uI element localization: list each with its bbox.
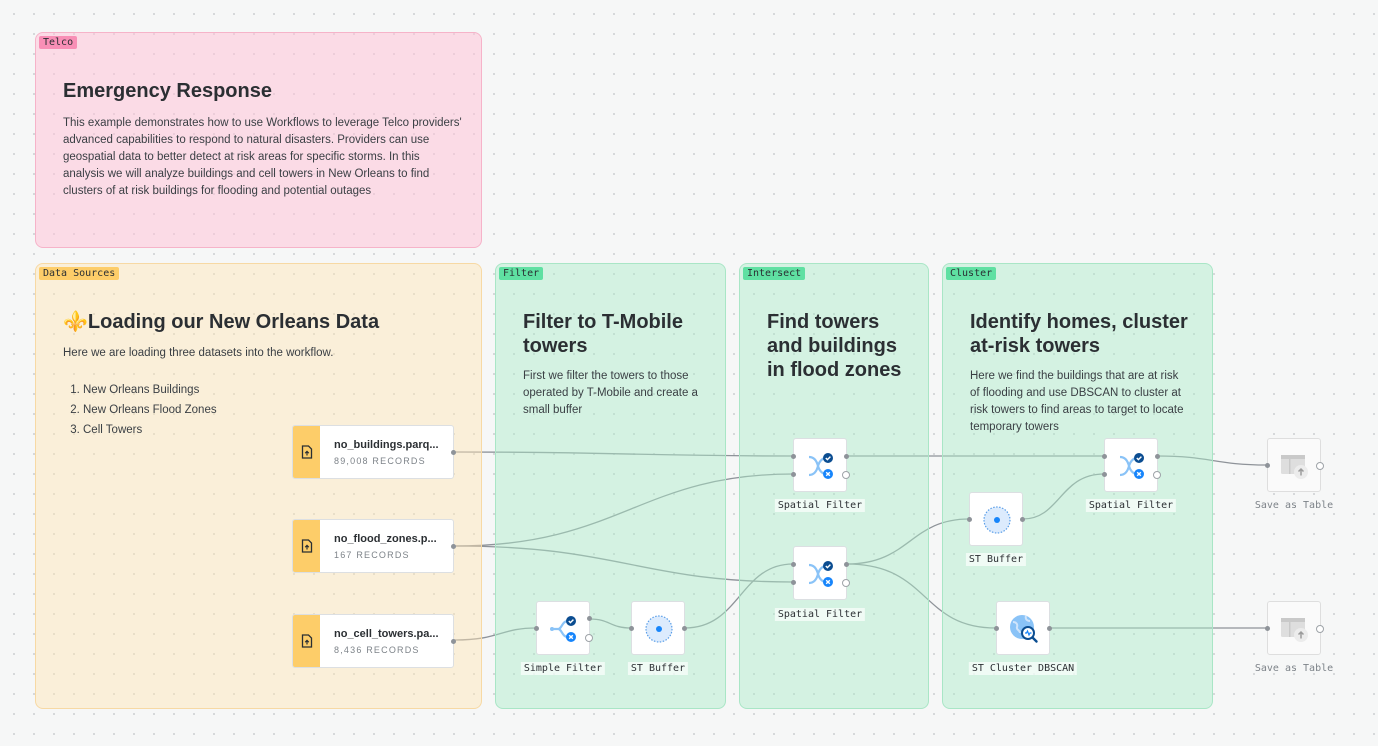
group-description: Here we are loading three datasets into … (63, 347, 334, 359)
source-record-count: 8,436 RECORDS (334, 645, 420, 655)
node-spatial-filter[interactable] (1102, 438, 1161, 492)
list-item: New Orleans Buildings (83, 380, 217, 400)
output-port[interactable] (1047, 626, 1052, 631)
buffer-icon (645, 615, 673, 643)
node-label: Spatial Filter (774, 499, 866, 512)
group-tag: Intersect (743, 267, 806, 280)
source-name: no_buildings.parq... (334, 439, 439, 451)
source-name: no_cell_towers.pa... (334, 628, 439, 640)
source-record-count: 89,008 RECORDS (334, 456, 426, 466)
output-port[interactable] (451, 450, 456, 455)
spatial-filter-icon (808, 561, 833, 587)
node-label: Save as Table (1254, 500, 1334, 511)
node-st-buffer[interactable] (629, 601, 687, 655)
file-upload-icon (301, 539, 313, 553)
node-save-as-table[interactable] (1265, 601, 1324, 655)
input-port[interactable] (629, 626, 634, 631)
output-port-unmatch[interactable] (585, 634, 593, 642)
node-label: Save as Table (1254, 663, 1334, 674)
output-port-match[interactable] (587, 616, 592, 621)
group-tag: Cluster (946, 267, 997, 280)
file-upload-icon (301, 445, 313, 459)
node-simple-filter[interactable] (534, 601, 593, 655)
node-label: Simple Filter (520, 662, 606, 675)
output-port-unmatch[interactable] (1153, 471, 1161, 479)
source-record-count: 167 RECORDS (334, 550, 410, 560)
group-title: Identify homes, cluster at-risk towers (970, 311, 1188, 357)
output-port-unmatch[interactable] (842, 579, 850, 587)
group-cluster[interactable]: Cluster Identify homes, cluster at-risk … (942, 263, 1213, 709)
group-tag: Data Sources (39, 267, 120, 280)
output-port-match[interactable] (844, 454, 849, 459)
simple-filter-icon (550, 616, 576, 642)
group-description: Here we find the buildings that are at r… (970, 370, 1184, 433)
group-description: This example demonstrates how to use Wor… (63, 117, 462, 197)
group-description: First we filter the towers to those oper… (523, 370, 698, 416)
output-port[interactable] (1020, 517, 1025, 522)
node-save-as-table[interactable] (1265, 438, 1324, 492)
node-label: Spatial Filter (774, 608, 866, 621)
output-port[interactable] (682, 626, 687, 631)
dataset-list: New Orleans Buildings New Orleans Flood … (63, 380, 217, 440)
output-port-unmatch[interactable] (842, 471, 850, 479)
group-title: Filter to T-Mobile towers (523, 311, 683, 357)
node-label: ST Cluster DBSCAN (968, 662, 1078, 675)
group-title-text: Loading our New Orleans Data (87, 311, 380, 333)
fleur-de-lis-icon: ⚜️ (63, 311, 88, 333)
output-port[interactable] (451, 639, 456, 644)
output-port-match[interactable] (844, 562, 849, 567)
input-port-main[interactable] (1102, 454, 1107, 459)
node-st-cluster-dbscan[interactable] (994, 601, 1052, 655)
buffer-icon (983, 506, 1011, 534)
group-title: Emergency Response (63, 80, 272, 102)
spatial-filter-icon (808, 453, 833, 479)
output-port[interactable] (451, 544, 456, 549)
group-title: Find towers and buildings in flood zones (767, 311, 902, 381)
node-st-buffer[interactable] (967, 492, 1025, 546)
globe-search-icon (1010, 615, 1038, 643)
node-spatial-filter[interactable] (791, 546, 850, 600)
source-node-flood-zones[interactable]: no_flood_zones.p... 167 RECORDS (292, 519, 456, 573)
input-port[interactable] (994, 626, 999, 631)
file-upload-icon (301, 634, 313, 648)
input-port[interactable] (534, 626, 539, 631)
list-item: Cell Towers (83, 420, 217, 440)
save-table-icon (1281, 618, 1308, 642)
group-filter[interactable]: Filter Filter to T-Mobile towers First w… (495, 263, 726, 709)
output-port[interactable] (1316, 625, 1324, 633)
input-port[interactable] (1265, 463, 1270, 468)
input-port[interactable] (967, 517, 972, 522)
save-table-icon (1281, 455, 1308, 479)
group-title: ⚜️Loading our New Orleans Data (63, 310, 379, 334)
node-label: ST Buffer (965, 553, 1027, 566)
node-spatial-filter[interactable] (791, 438, 850, 492)
group-tag: Filter (499, 267, 544, 280)
group-tag: Telco (39, 36, 78, 49)
spatial-filter-icon (1119, 453, 1144, 479)
source-node-cell-towers[interactable]: no_cell_towers.pa... 8,436 RECORDS (292, 614, 456, 668)
input-port-main[interactable] (791, 562, 796, 567)
node-label: ST Buffer (627, 662, 689, 675)
source-node-buildings[interactable]: no_buildings.parq... 89,008 RECORDS (292, 425, 456, 479)
input-port-filter[interactable] (791, 472, 796, 477)
list-item: New Orleans Flood Zones (83, 400, 217, 420)
source-name: no_flood_zones.p... (334, 533, 437, 545)
input-port[interactable] (1265, 626, 1270, 631)
input-port-filter[interactable] (791, 580, 796, 585)
output-port[interactable] (1316, 462, 1324, 470)
group-telco[interactable]: Telco Emergency Response This example de… (35, 32, 482, 248)
node-label: Spatial Filter (1085, 499, 1177, 512)
input-port-filter[interactable] (1102, 472, 1107, 477)
output-port-match[interactable] (1155, 454, 1160, 459)
input-port-main[interactable] (791, 454, 796, 459)
